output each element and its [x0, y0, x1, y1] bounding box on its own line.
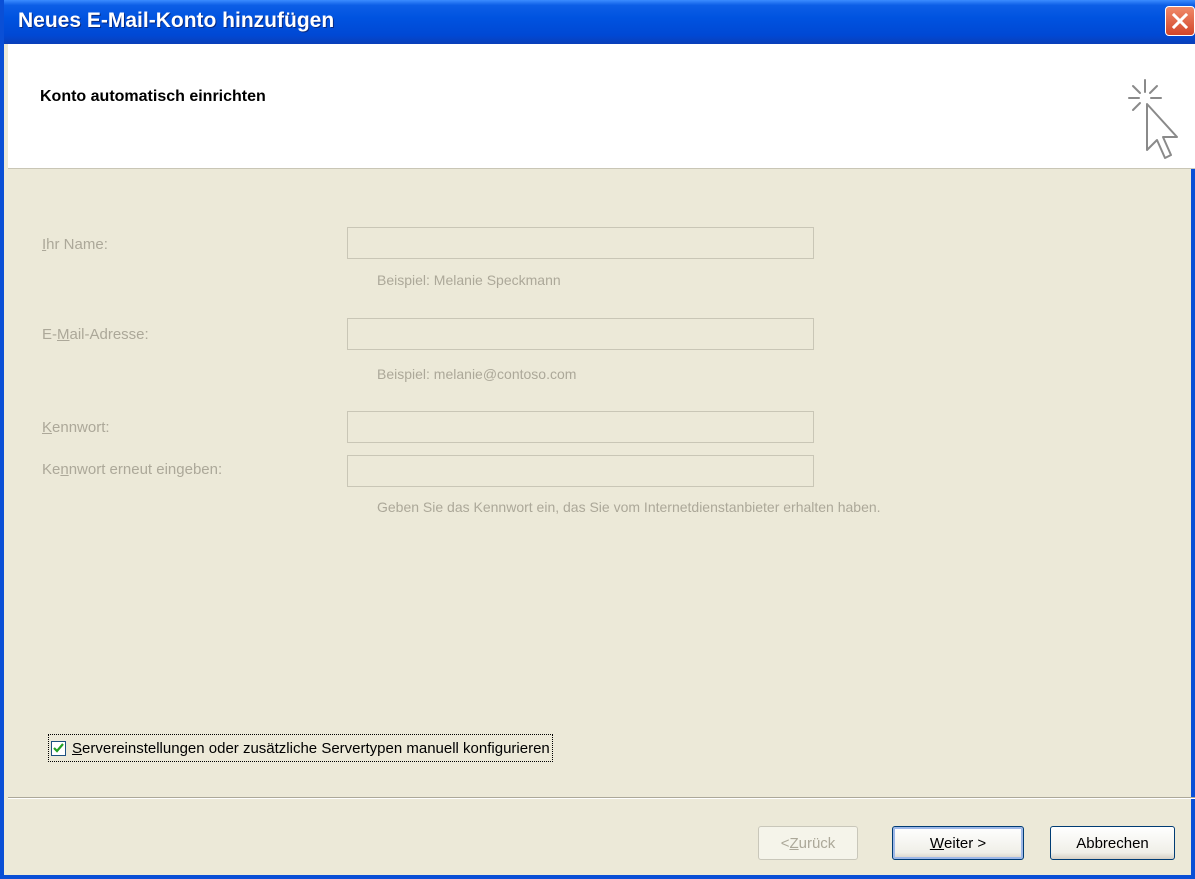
password-confirm-label-prefix: Ke [42, 461, 61, 478]
manual-config-label: Servereinstellungen oder zusätzliche Ser… [72, 740, 550, 757]
email-label: E-Mail-Adresse: [42, 326, 149, 343]
name-hint: Beispiel: Melanie Speckmann [377, 272, 561, 288]
password-label-text: ennwort: [52, 419, 110, 436]
email-input[interactable] [347, 318, 814, 350]
password-label: Kennwort: [42, 419, 110, 436]
back-button-prefix: < [780, 834, 790, 852]
close-button[interactable] [1165, 6, 1195, 36]
email-hint: Beispiel: melanie@contoso.com [377, 366, 577, 382]
password-hint: Geben Sie das Kennwort ein, das Sie vom … [377, 499, 881, 515]
title-bar[interactable]: Neues E-Mail-Konto hinzufügen [4, 0, 1195, 44]
manual-config-checkbox[interactable] [51, 740, 66, 756]
email-label-text: ail-Adresse: [69, 326, 149, 343]
email-label-prefix: E- [42, 326, 57, 343]
page-title: Konto automatisch einrichten [40, 88, 266, 105]
add-email-account-dialog: Neues E-Mail-Konto hinzufügen Konto auto… [0, 0, 1195, 879]
footer-divider [8, 797, 1195, 799]
next-button-accesskey: W [929, 834, 945, 852]
password-label-accesskey: K [42, 419, 53, 436]
manual-config-option[interactable]: Servereinstellungen oder zusätzliche Ser… [48, 734, 553, 762]
cancel-button-label: Abbrechen [1076, 834, 1149, 852]
name-label-text: hr Name: [46, 236, 108, 253]
cancel-button[interactable]: Abbrechen [1050, 826, 1175, 860]
password-confirm-input[interactable] [347, 455, 814, 487]
back-button[interactable]: < Zurück [758, 826, 858, 860]
next-button[interactable]: Weiter > [892, 826, 1024, 860]
close-icon [1172, 13, 1188, 29]
name-input[interactable] [347, 227, 814, 259]
wizard-cursor-icon [1128, 79, 1178, 159]
checkmark-icon [53, 742, 64, 753]
password-input[interactable] [347, 411, 814, 443]
email-label-accesskey: M [57, 326, 70, 343]
password-confirm-label-accesskey: n [60, 461, 69, 478]
next-button-label: eiter > [944, 834, 987, 852]
password-confirm-label: Kennwort erneut eingeben: [42, 461, 222, 478]
manual-config-accesskey: S [72, 739, 83, 757]
window-title: Neues E-Mail-Konto hinzufügen [18, 9, 335, 32]
password-confirm-label-text: nwort erneut eingeben: [68, 461, 223, 478]
name-label: Ihr Name: [42, 236, 108, 253]
back-button-accesskey: Z [789, 834, 799, 852]
manual-config-label-text: ervereinstellungen oder zusätzliche Serv… [82, 739, 550, 757]
wizard-header: Konto automatisch einrichten [8, 44, 1195, 169]
back-button-label: urück [798, 834, 836, 852]
